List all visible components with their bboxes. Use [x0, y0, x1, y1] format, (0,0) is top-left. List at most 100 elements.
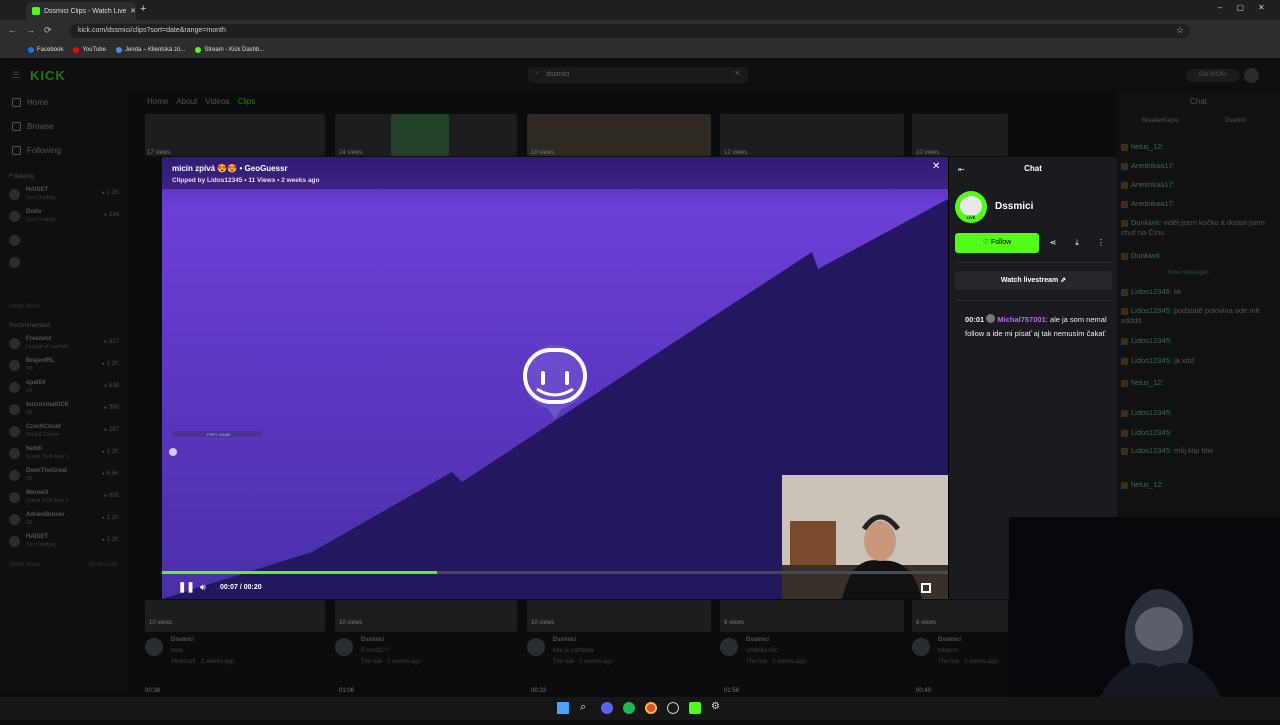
chat-tag[interactable]: Dssmici [1225, 118, 1246, 124]
badge-icon [1121, 288, 1128, 296]
os-taskbar [0, 697, 1280, 720]
recommended-channel[interactable]: BrajenIRLIRL1.1K [9, 357, 121, 377]
recommended-channel[interactable]: MarweXGrand Theft Auto V885 [9, 489, 121, 509]
recommended-section-label: Recommended [9, 323, 50, 329]
clip-meta: Dssmici oddělila něc The Isle 2 weeks ago [746, 637, 807, 665]
start-icon[interactable] [557, 702, 569, 714]
badge-icon [1121, 307, 1128, 315]
clip-thumbnail[interactable] [527, 600, 711, 632]
avatar[interactable] [912, 638, 930, 656]
streamer-name[interactable]: Dssmici [995, 201, 1033, 212]
recommended-channel[interactable]: DeenTheGreatIRL8.5K [9, 467, 121, 487]
bookmark-kick-dashboard[interactable]: Stream - Kick Dashb... [195, 47, 264, 53]
nav-home[interactable]: Home [12, 98, 48, 107]
clip-views: 10 views [531, 150, 555, 156]
badge-icon [1121, 409, 1128, 417]
clip-thumbnail[interactable] [527, 114, 711, 156]
bookmark-facebook[interactable]: Facebook [28, 47, 63, 53]
recommended-channel[interactable]: AdrienBronerIRL1.1K [9, 511, 121, 531]
spotify-icon[interactable] [623, 702, 635, 714]
recommended-channel[interactable]: heddiGrand Theft Auto V1.2K [9, 445, 121, 465]
avatar [9, 536, 20, 547]
fullscreen-icon[interactable] [921, 583, 931, 593]
recommended-channel[interactable]: buzrovinaKICKIRL380 [9, 401, 121, 421]
pause-icon[interactable]: ❚❚ [178, 582, 195, 593]
recommended-channel[interactable]: CzechCloudSlots & Casino287 [9, 423, 121, 443]
avatar[interactable] [527, 638, 545, 656]
watch-livestream-button[interactable]: Watch livestream ⇗ [955, 271, 1112, 290]
new-messages-divider: New messages [1168, 270, 1210, 276]
download-icon[interactable]: ⤓ [1067, 233, 1087, 253]
close-modal-icon[interactable]: ✕ [932, 161, 940, 172]
avatar[interactable] [335, 638, 353, 656]
show-more-link[interactable]: Show More [9, 304, 39, 310]
avatar[interactable] [720, 638, 738, 656]
clip-thumbnail[interactable] [720, 600, 904, 632]
clip-thumbnail[interactable] [720, 114, 904, 156]
clip-thumbnail[interactable] [335, 600, 517, 632]
search-input[interactable]: dssmici [528, 67, 748, 83]
menu-icon[interactable]: ☰ [12, 70, 20, 81]
search-icon[interactable]: ⌕ [580, 701, 586, 714]
get-kicks-button[interactable]: Get KICKs [1186, 69, 1240, 82]
live-chat-line: Lidos12345: [1121, 408, 1271, 418]
recommended-channel[interactable]: HAISETJust Chatting2.2K [9, 533, 121, 553]
badge-icon [1121, 200, 1128, 208]
new-tab-icon[interactable]: + [140, 3, 146, 15]
show-more-link[interactable]: Show More [9, 562, 39, 568]
more-options-icon[interactable]: ⋮ [1091, 233, 1111, 253]
avatar [9, 470, 20, 481]
tab-clips[interactable]: Clips [238, 97, 256, 106]
avatar [9, 360, 20, 371]
show-less-link[interactable]: Show Less [88, 562, 117, 568]
badge-icon [1121, 219, 1128, 227]
share-icon[interactable]: ⋖ [1043, 233, 1063, 253]
badge-icon [1121, 337, 1128, 345]
discord-icon[interactable] [601, 702, 613, 714]
clear-search-icon[interactable]: ✕ [734, 69, 741, 78]
streamer-avatar[interactable]: LIVE [955, 191, 987, 223]
browser-tab[interactable]: Dssmici Clips - Watch Live ... ✕ [26, 2, 136, 20]
avatar[interactable] [145, 638, 163, 656]
live-chat-line: Lidos12345: já xdd [1121, 356, 1271, 366]
external-link-icon: ⇗ [1060, 277, 1067, 284]
message-time: 00:01 [965, 315, 985, 324]
webcam-graphic [1009, 517, 1280, 720]
obs-icon[interactable] [667, 702, 679, 714]
settings-icon[interactable]: ⚙ [711, 701, 720, 712]
clip-thumbnail[interactable] [145, 114, 325, 156]
bookmark-jenda[interactable]: Jenda – Klientská zó... [115, 47, 185, 53]
tab-home[interactable]: Home [147, 97, 168, 106]
user-badge-icon [986, 314, 996, 323]
clip-views: 10 views [149, 620, 173, 626]
following-channel-offline[interactable] [9, 232, 121, 252]
chat-tag[interactable]: BreakerKamo [1142, 118, 1179, 124]
kick-logo[interactable]: KICK [30, 68, 66, 83]
kick-app-icon[interactable] [689, 702, 701, 714]
clip-thumbnail[interactable] [912, 600, 1008, 632]
nav-browse[interactable]: Browse [12, 122, 54, 131]
tab-close-icon[interactable]: ✕ [130, 7, 136, 15]
following-channel[interactable]: HAISETJust Chatting2.2K [9, 186, 121, 206]
user-avatar[interactable] [1244, 68, 1259, 83]
webcam-graphic [782, 475, 948, 599]
volume-icon[interactable]: 🔊︎ [200, 582, 206, 593]
chrome-icon[interactable] [645, 702, 657, 714]
window-controls[interactable]: –▢✕ [1218, 3, 1279, 12]
following-channel[interactable]: DodoJust Chatting234 [9, 208, 121, 228]
url-field[interactable]: kick.com/dssmici/clips?sort=date&range=m… [70, 24, 1190, 38]
recommended-channel[interactable]: opat04IRL838 [9, 379, 121, 399]
recommended-channel[interactable]: FreezeczLeague of Legends317 [9, 335, 121, 355]
clip-thumbnail[interactable] [145, 600, 325, 632]
tab-about[interactable]: About [176, 97, 197, 106]
bookmark-star-icon[interactable]: ☆ [1176, 25, 1184, 36]
nav-following[interactable]: Following [12, 146, 61, 155]
tab-videos[interactable]: Videos [205, 97, 229, 106]
following-channel-offline[interactable] [9, 254, 121, 274]
follow-button[interactable]: ♡ Follow [955, 233, 1039, 253]
message-user[interactable]: Michal757001 [997, 315, 1045, 324]
live-chat-line: Lidos12345: podstatě polovina ode mě xdd… [1121, 306, 1260, 325]
nav-buttons-icon[interactable]: ←→⟳ [8, 25, 61, 36]
avatar [9, 257, 20, 268]
bookmark-youtube[interactable]: YouTube [73, 47, 106, 53]
